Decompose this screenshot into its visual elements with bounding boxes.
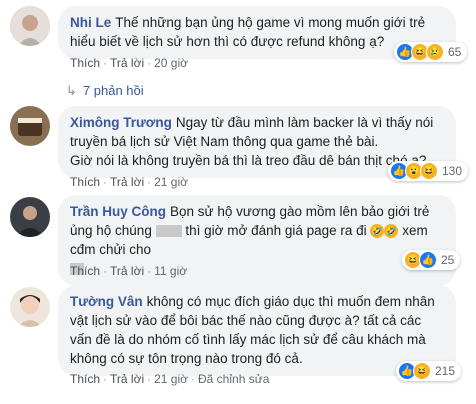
- comment-text-part2: thì giờ mở đánh giá page ra đi: [185, 223, 367, 238]
- view-replies[interactable]: ↳ 7 phản hồi: [66, 83, 144, 99]
- avatar-image: [10, 287, 50, 327]
- avatar[interactable]: [10, 197, 50, 237]
- avatar[interactable]: [10, 106, 50, 146]
- comment-actions: Thích · Trả lời · 21 giờ · Đã chỉnh sửa: [70, 372, 270, 386]
- reply-arrow-icon: ↳: [66, 83, 77, 98]
- laugh-emoji-icon: 🤣: [370, 224, 385, 239]
- haha-icon: 😆: [413, 362, 431, 380]
- timestamp[interactable]: 20 giờ: [154, 56, 188, 70]
- comment-actions: Thích · Trả lời · 11 giờ: [70, 264, 188, 278]
- redacted-text: [155, 225, 182, 238]
- reaction-count: 130: [442, 164, 463, 178]
- edited-label[interactable]: Đã chỉnh sửa: [198, 372, 269, 386]
- reaction-count: 215: [435, 364, 456, 378]
- haha-icon: 😆: [420, 162, 438, 180]
- reaction-count: 25: [441, 253, 455, 267]
- reply-link[interactable]: Trả lời: [110, 372, 144, 386]
- timestamp[interactable]: 21 giờ: [154, 372, 188, 386]
- comment-actions: Thích · Trả lời · 21 giờ: [70, 175, 188, 189]
- like-link[interactable]: Thích: [70, 56, 100, 70]
- avatar-image: [10, 6, 50, 46]
- comment-text-line2: Giờ nói là không truyền bá thì là treo đ…: [70, 153, 427, 168]
- comment-text: Thế những bạn ủng hộ game vì mong muốn g…: [70, 15, 426, 49]
- like-link[interactable]: Thích: [70, 372, 100, 386]
- reaction-summary[interactable]: 👍 😮 😆 130: [388, 161, 469, 181]
- sad-icon: 😢: [426, 43, 444, 61]
- reply-link[interactable]: Trả lời: [110, 56, 144, 70]
- reply-link[interactable]: Trả lời: [110, 264, 144, 278]
- laugh-emoji-icon: 🤣: [384, 224, 399, 239]
- comment-actions: Thích · Trả lời · 20 giờ: [70, 56, 188, 70]
- reply-link[interactable]: Trả lời: [110, 175, 144, 189]
- replies-link[interactable]: 7 phản hồi: [83, 83, 144, 98]
- timestamp[interactable]: 11 giờ: [154, 264, 187, 278]
- avatar[interactable]: [10, 287, 50, 327]
- like-link[interactable]: Thích: [70, 175, 100, 189]
- comment-author[interactable]: Nhi Le: [70, 15, 111, 30]
- reaction-count: 65: [448, 45, 462, 59]
- avatar-image: [10, 106, 50, 146]
- comment-author[interactable]: Trần Huy Công: [70, 204, 166, 219]
- reaction-summary[interactable]: 👍 😆 😢 65: [394, 42, 468, 62]
- reaction-summary[interactable]: 👍 😆 215: [396, 361, 462, 381]
- avatar-image: [10, 197, 50, 237]
- reaction-summary[interactable]: 😆 👍 25: [402, 250, 461, 270]
- timestamp[interactable]: 21 giờ: [154, 175, 188, 189]
- like-link[interactable]: Thích: [70, 264, 100, 278]
- comment-author[interactable]: Ximông Trương: [70, 115, 172, 130]
- comment-author[interactable]: Tường Vân: [70, 294, 143, 309]
- avatar[interactable]: [10, 6, 50, 46]
- comment-bubble: Tường Vân không có mục đích giáo dục thì …: [58, 285, 456, 376]
- like-icon: 👍: [419, 251, 437, 269]
